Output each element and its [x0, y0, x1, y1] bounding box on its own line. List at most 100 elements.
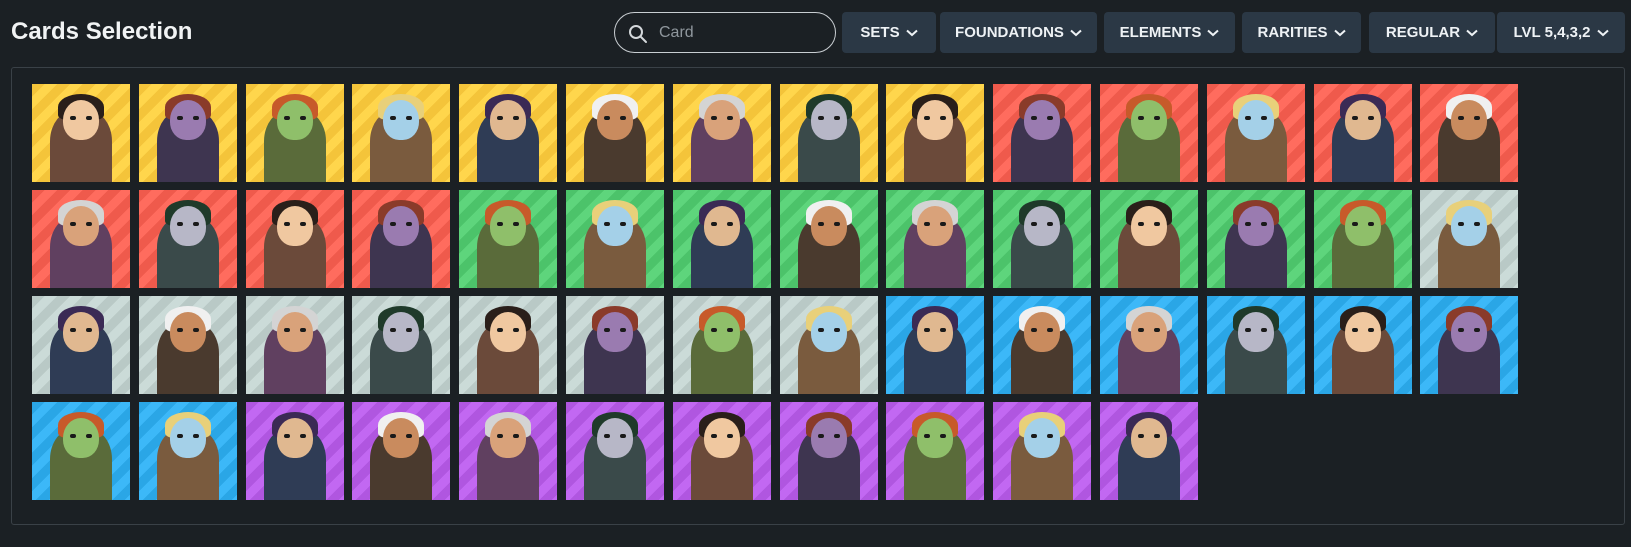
card-death[interactable] — [993, 402, 1092, 500]
card-neutral[interactable] — [138, 296, 237, 394]
search-input[interactable] — [659, 21, 824, 45]
portrait-eye — [1351, 328, 1358, 332]
portrait-head — [169, 206, 206, 246]
card-fire[interactable] — [993, 84, 1092, 182]
portrait-head — [276, 100, 313, 140]
portrait-eye — [620, 434, 626, 438]
card-fire[interactable] — [1313, 84, 1412, 182]
card-earth[interactable] — [459, 190, 558, 288]
card-death[interactable] — [459, 402, 558, 500]
portrait-eye — [604, 116, 610, 120]
card-fire[interactable] — [138, 190, 237, 288]
portrait-head — [1344, 206, 1381, 246]
card-water[interactable] — [1100, 296, 1198, 394]
card-earth[interactable] — [779, 190, 878, 288]
portrait-eye — [1367, 328, 1374, 332]
card-death[interactable] — [779, 402, 878, 500]
foundations-filter-button[interactable]: FOUNDATIONS — [940, 12, 1097, 53]
card-earth[interactable] — [1313, 190, 1412, 288]
card-water[interactable] — [138, 402, 237, 500]
sets-filter-button[interactable]: SETS — [842, 12, 936, 53]
card-earth[interactable] — [1206, 190, 1305, 288]
chevron-down-icon — [1333, 29, 1346, 36]
card-fire[interactable] — [32, 190, 130, 288]
card-water[interactable] — [886, 296, 985, 394]
portrait-eye — [817, 222, 824, 226]
portrait-eye — [176, 434, 183, 438]
portrait-head — [1237, 206, 1274, 246]
portrait-head — [1131, 312, 1167, 352]
portrait-eye — [833, 328, 840, 332]
card-fire[interactable] — [245, 190, 344, 288]
card-life[interactable] — [566, 84, 664, 182]
elements-filter-button[interactable]: ELEMENTS — [1104, 12, 1235, 53]
portrait-head — [1131, 418, 1167, 458]
portrait-eye — [1351, 222, 1358, 226]
regular-filter-button[interactable]: REGULAR — [1369, 12, 1495, 53]
card-earth[interactable] — [993, 190, 1092, 288]
portrait-head — [1344, 100, 1381, 140]
card-life[interactable] — [352, 84, 451, 182]
portrait-head — [383, 312, 420, 352]
card-life[interactable] — [459, 84, 558, 182]
card-water[interactable] — [1313, 296, 1412, 394]
rarities-filter-label: RARITIES — [1257, 24, 1328, 41]
card-fire[interactable] — [1206, 84, 1305, 182]
card-water[interactable] — [1206, 296, 1305, 394]
card-fire[interactable] — [1100, 84, 1198, 182]
card-search[interactable] — [614, 12, 836, 53]
card-death[interactable] — [566, 402, 664, 500]
portrait-eye — [283, 222, 290, 226]
card-neutral[interactable] — [459, 296, 558, 394]
card-life[interactable] — [138, 84, 237, 182]
card-death[interactable] — [352, 402, 451, 500]
card-neutral[interactable] — [32, 296, 130, 394]
portrait-eye — [620, 328, 626, 332]
chevron-down-icon — [1207, 29, 1220, 36]
level-filter-button[interactable]: LVL 5,4,3,2 — [1497, 12, 1625, 53]
card-life[interactable] — [779, 84, 878, 182]
chevron-down-icon — [1070, 29, 1082, 36]
card-death[interactable] — [886, 402, 985, 500]
card-death[interactable] — [672, 402, 771, 500]
card-life[interactable] — [672, 84, 771, 182]
portrait-head — [1131, 206, 1167, 246]
card-neutral[interactable] — [672, 296, 771, 394]
portrait-head — [597, 312, 633, 352]
card-life[interactable] — [32, 84, 130, 182]
card-life[interactable] — [245, 84, 344, 182]
card-earth[interactable] — [566, 190, 664, 288]
card-earth[interactable] — [1100, 190, 1198, 288]
card-neutral[interactable] — [779, 296, 878, 394]
card-neutral[interactable] — [566, 296, 664, 394]
portrait-eye — [1244, 116, 1251, 120]
portrait-eye — [1031, 434, 1038, 438]
card-fire[interactable] — [352, 190, 451, 288]
rarities-filter-button[interactable]: RARITIES — [1242, 12, 1361, 53]
card-earth[interactable] — [672, 190, 771, 288]
card-neutral[interactable] — [1420, 190, 1519, 288]
portrait-head — [276, 312, 313, 352]
card-life[interactable] — [886, 84, 985, 182]
portrait-head — [63, 312, 99, 352]
portrait-head — [276, 418, 313, 458]
portrait-eye — [192, 116, 199, 120]
card-death[interactable] — [245, 402, 344, 500]
portrait-eye — [726, 116, 733, 120]
card-neutral[interactable] — [245, 296, 344, 394]
card-water[interactable] — [1420, 296, 1519, 394]
card-water[interactable] — [993, 296, 1092, 394]
portrait-head — [490, 206, 527, 246]
card-water[interactable] — [32, 402, 130, 500]
card-death[interactable] — [1100, 402, 1198, 500]
portrait-head — [810, 206, 847, 246]
card-neutral[interactable] — [352, 296, 451, 394]
portrait-eye — [1047, 116, 1054, 120]
portrait-eye — [513, 434, 520, 438]
portrait-eye — [726, 434, 733, 438]
portrait-eye — [1244, 328, 1251, 332]
portrait-head — [490, 100, 527, 140]
card-earth[interactable] — [886, 190, 985, 288]
sets-filter-label: SETS — [860, 24, 900, 41]
card-fire[interactable] — [1420, 84, 1519, 182]
